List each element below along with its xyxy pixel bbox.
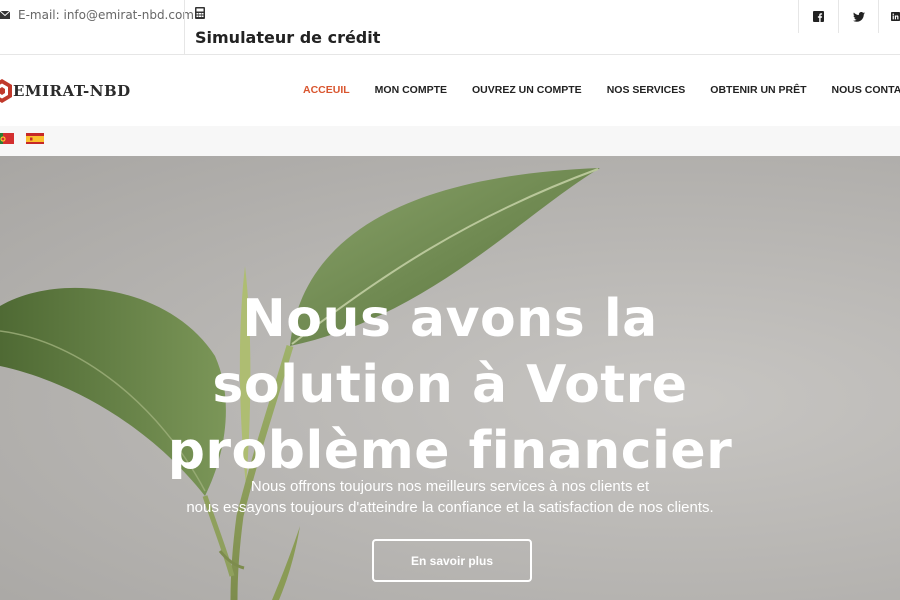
main-menu: ACCEUIL MON COMPTE OUVREZ UN COMPTE NOS … <box>303 84 900 96</box>
nav-item-nous-contacter[interactable]: NOUS CONTACTER <box>832 84 900 96</box>
pt-flag-icon[interactable] <box>0 132 14 144</box>
language-bar <box>0 126 900 156</box>
hero-title-line: Nous avons la <box>242 289 658 349</box>
nav-item-mon-compte[interactable]: MON COMPTE <box>375 84 447 96</box>
calculator-icon <box>195 7 205 19</box>
twitter-icon <box>852 11 865 22</box>
nav-item-ouvrez-un-compte[interactable]: OUVREZ UN COMPTE <box>472 84 582 96</box>
linkedin-icon <box>891 12 900 21</box>
envelope-icon <box>0 11 10 19</box>
nav-item-accueil[interactable]: ACCEUIL <box>303 84 350 96</box>
facebook-icon <box>813 11 824 22</box>
hero-title: Nous avons la solution à Votre problème … <box>100 286 800 484</box>
social-links <box>798 0 900 33</box>
hero-title-line: problème financier <box>167 421 733 481</box>
logo-text: EMIRAT-NBD <box>13 82 131 100</box>
linkedin-link[interactable] <box>878 0 900 33</box>
topbar-divider <box>184 0 185 55</box>
twitter-link[interactable] <box>838 0 878 33</box>
credit-simulator-link[interactable]: Simulateur de crédit <box>195 6 380 47</box>
email-text: E-mail: info@emirat-nbd.com <box>18 8 194 22</box>
hero-banner: Nous avons la solution à Votre problème … <box>0 156 900 600</box>
nav-item-nos-services[interactable]: NOS SERVICES <box>607 84 686 96</box>
site-logo[interactable]: EMIRAT-NBD <box>0 79 131 103</box>
es-flag-icon[interactable] <box>26 132 44 144</box>
hero-subtitle: Nous offrons toujours nos meilleurs serv… <box>100 476 800 518</box>
top-info-bar: E-mail: info@emirat-nbd.com Simulateur d… <box>0 0 900 55</box>
main-navbar: EMIRAT-NBD ACCEUIL MON COMPTE OUVREZ UN … <box>0 56 900 126</box>
hero-subtitle-line: nous essayons toujours d'atteindre la co… <box>186 499 714 516</box>
learn-more-button[interactable]: En savoir plus <box>372 539 532 582</box>
email-contact[interactable]: E-mail: info@emirat-nbd.com <box>0 8 194 22</box>
simulator-label: Simulateur de crédit <box>195 28 381 47</box>
nav-item-obtenir-un-pret[interactable]: OBTENIR UN PRÊT <box>710 84 806 96</box>
hero-title-line: solution à Votre <box>212 355 688 415</box>
hero-subtitle-line: Nous offrons toujours nos meilleurs serv… <box>250 478 650 495</box>
facebook-link[interactable] <box>798 0 838 33</box>
logo-emblem-icon <box>0 79 12 103</box>
